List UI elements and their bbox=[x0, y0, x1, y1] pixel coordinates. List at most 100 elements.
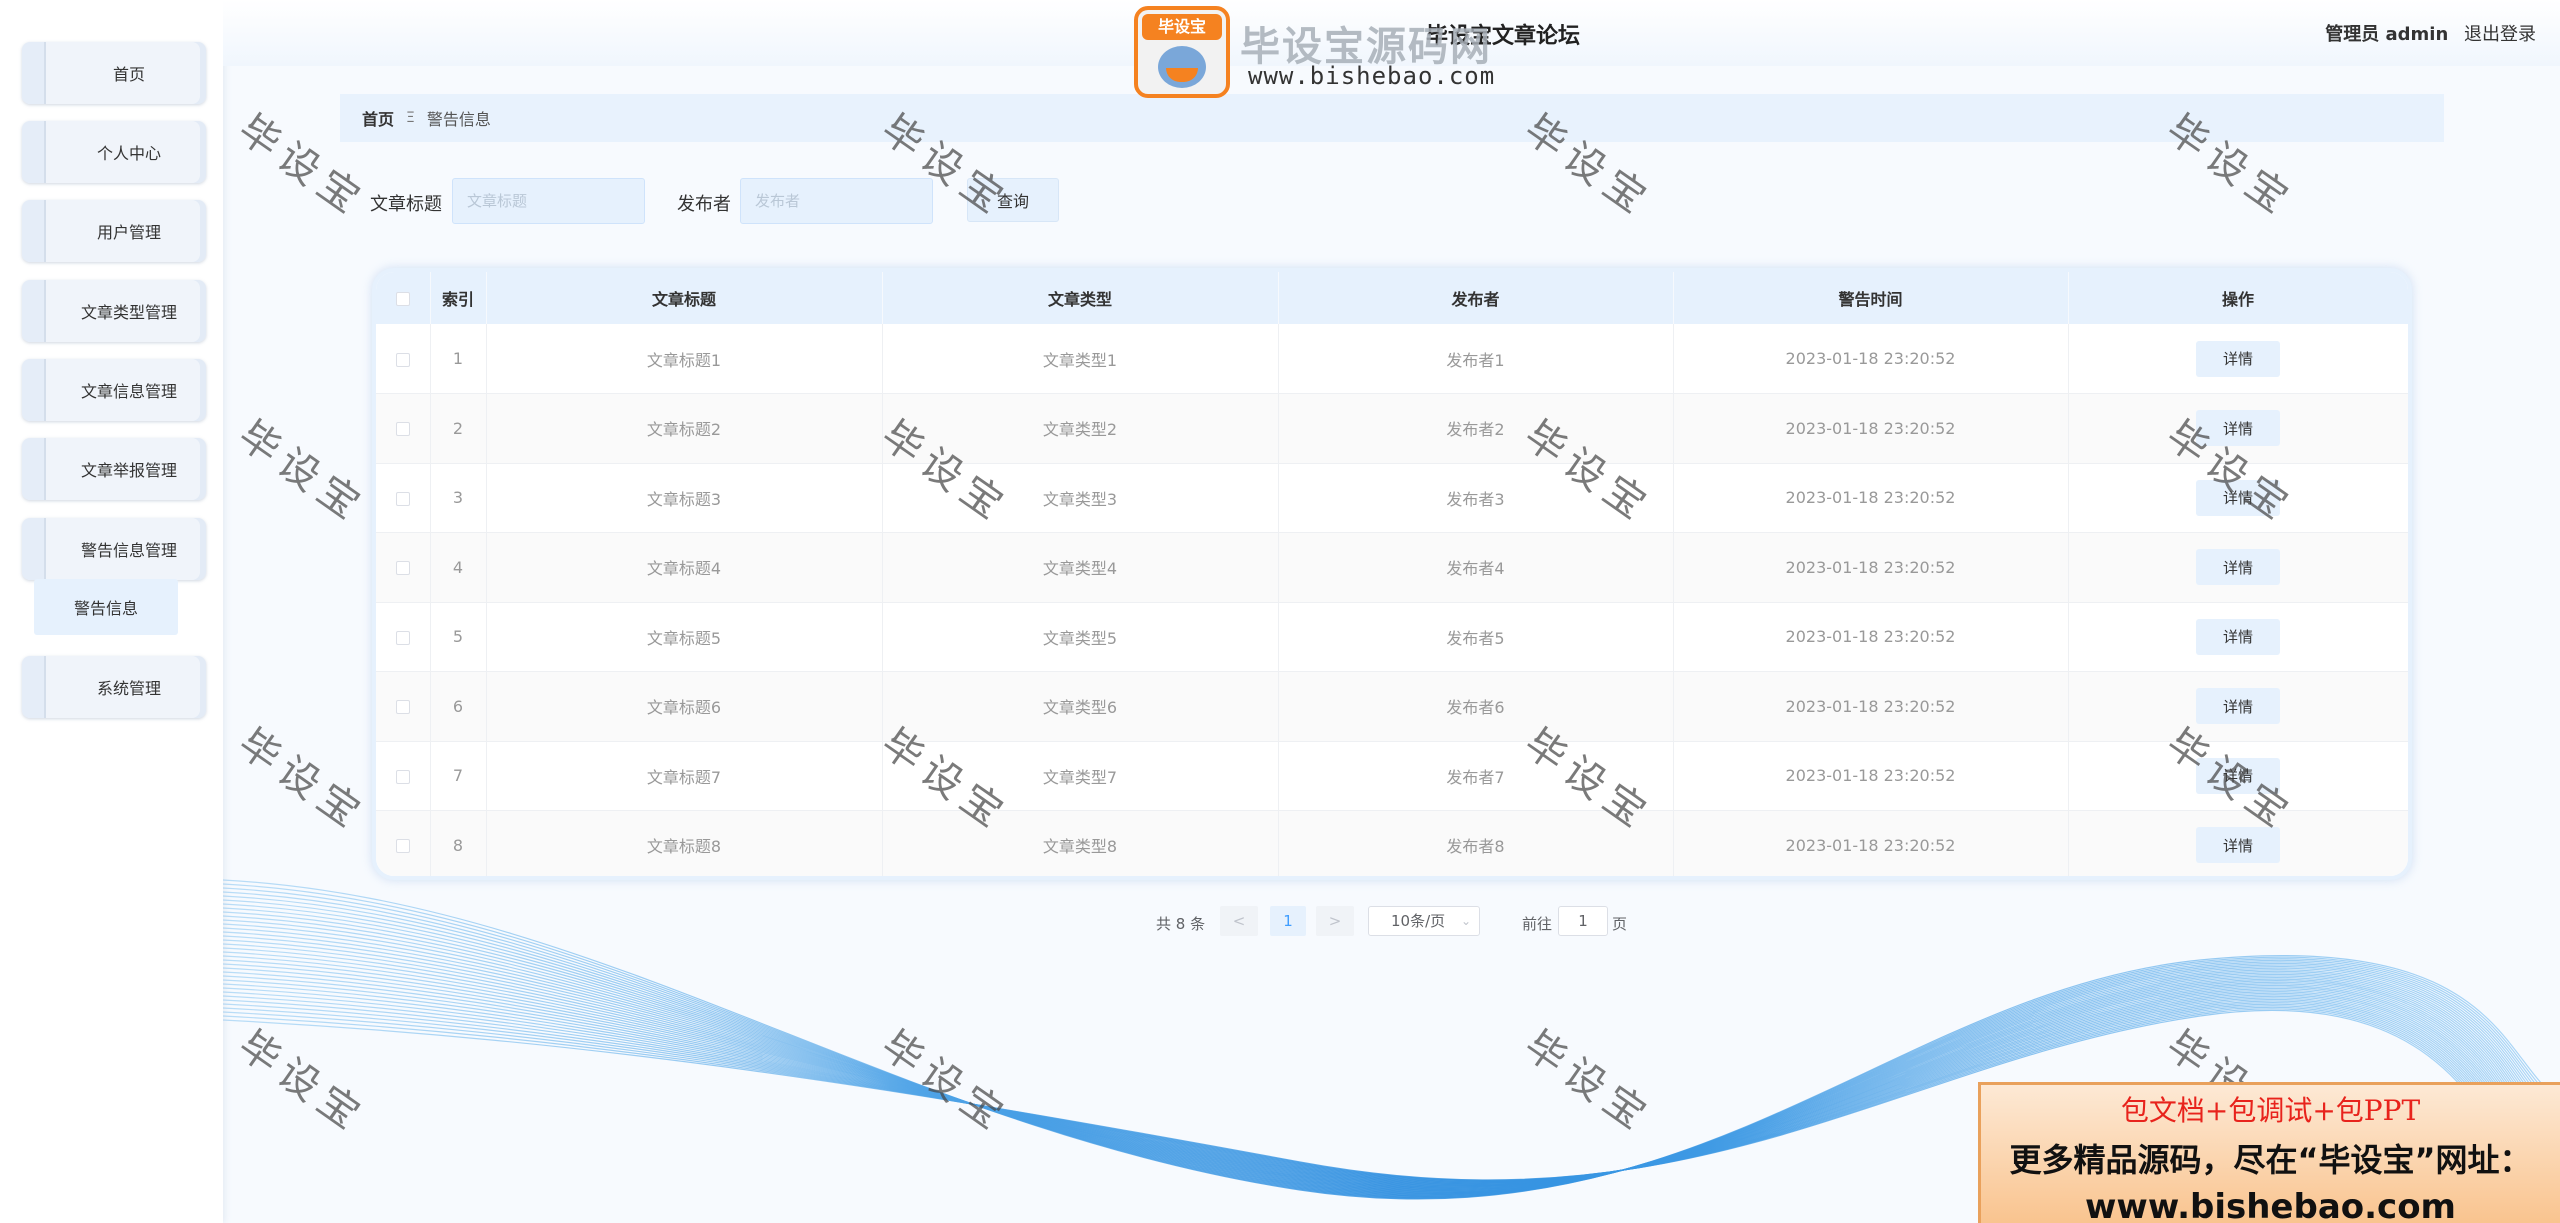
row-checkbox[interactable] bbox=[395, 700, 410, 715]
cell-type: 文章类型1 bbox=[882, 324, 1279, 394]
row-checkbox[interactable] bbox=[395, 769, 410, 784]
select-all-cell bbox=[376, 272, 431, 324]
user-role: 管理员 admin bbox=[2325, 24, 2449, 45]
detail-button[interactable]: 详情 bbox=[2196, 618, 2280, 655]
chevron-down-icon: ⌄ bbox=[1460, 914, 1471, 928]
cell-author: 发布者8 bbox=[1278, 810, 1674, 876]
cell-author: 发布者7 bbox=[1278, 741, 1674, 811]
sidebar-item-article-types[interactable]: 文章类型管理 bbox=[22, 280, 206, 342]
sidebar-item-warnings[interactable]: 警告信息管理 bbox=[22, 518, 206, 580]
goto-suffix: 页 bbox=[1612, 915, 1628, 933]
sidebar-item-users[interactable]: 用户管理 bbox=[22, 200, 206, 262]
detail-button[interactable]: 详情 bbox=[2196, 410, 2280, 447]
detail-button[interactable]: 详情 bbox=[2196, 479, 2280, 516]
sidebar-item-label: 文章举报管理 bbox=[80, 461, 177, 480]
row-checkbox[interactable] bbox=[395, 422, 410, 437]
cell-time: 2023-01-18 23:20:52 bbox=[1673, 324, 2069, 394]
cell-author: 发布者2 bbox=[1278, 393, 1674, 464]
cell-type: 文章类型6 bbox=[882, 671, 1279, 742]
page-1-button[interactable]: 1 bbox=[1270, 906, 1306, 936]
cell-type: 文章类型7 bbox=[882, 741, 1279, 811]
table-row: 4 文章标题4 文章类型4 发布者4 2023-01-18 23:20:52 详情 bbox=[376, 532, 2408, 603]
header-type: 文章类型 bbox=[882, 272, 1279, 324]
sidebar-item-label: 文章类型管理 bbox=[80, 303, 177, 322]
table-row: 1 文章标题1 文章类型1 发布者1 2023-01-18 23:20:52 详情 bbox=[376, 324, 2408, 394]
detail-button[interactable]: 详情 bbox=[2196, 757, 2280, 794]
title-search-input[interactable] bbox=[452, 178, 645, 224]
sidebar-item-article-reports[interactable]: 文章举报管理 bbox=[22, 438, 206, 500]
goto-page-input[interactable] bbox=[1558, 906, 1608, 936]
sidebar-item-home[interactable]: 首页 bbox=[22, 42, 206, 104]
cell-time: 2023-01-18 23:20:52 bbox=[1673, 532, 2069, 603]
breadcrumb-home[interactable]: 首页 bbox=[362, 106, 394, 130]
cell-title: 文章标题4 bbox=[486, 532, 883, 603]
author-search-input[interactable] bbox=[740, 178, 933, 224]
cell-title: 文章标题6 bbox=[486, 671, 883, 742]
row-checkbox[interactable] bbox=[395, 561, 410, 576]
cell-index: 6 bbox=[430, 671, 487, 742]
cell-index: 4 bbox=[430, 532, 487, 603]
cell-action: 详情 bbox=[2068, 671, 2408, 742]
cell-author: 发布者3 bbox=[1278, 463, 1674, 533]
next-page-button[interactable]: > bbox=[1316, 906, 1354, 936]
menu-accent bbox=[22, 280, 46, 342]
row-checkbox[interactable] bbox=[395, 630, 410, 645]
sidebar-item-article-info[interactable]: 文章信息管理 bbox=[22, 359, 206, 421]
page-size-select[interactable]: 10条/页 ⌄ bbox=[1368, 906, 1480, 936]
data-table: 索引 文章标题 文章类型 发布者 警告时间 操作 1 文章标题1 文章类型1 发布者1… bbox=[376, 272, 2408, 876]
row-select-cell bbox=[376, 324, 431, 394]
cell-type: 文章类型8 bbox=[882, 810, 1279, 876]
table-row: 3 文章标题3 文章类型3 发布者3 2023-01-18 23:20:52 详情 bbox=[376, 463, 2408, 533]
sidebar-subitem-warning-info[interactable]: 警告信息 bbox=[34, 579, 178, 635]
sidebar-item-system[interactable]: 系统管理 bbox=[22, 656, 206, 718]
cell-author: 发布者6 bbox=[1278, 671, 1674, 742]
breadcrumb-separator-icon: Ξ bbox=[406, 110, 415, 126]
sidebar-item-profile[interactable]: 个人中心 bbox=[22, 121, 206, 183]
cell-index: 8 bbox=[430, 810, 487, 876]
cell-action: 详情 bbox=[2068, 741, 2408, 811]
goto-prefix: 前往 bbox=[1522, 915, 1553, 933]
query-button[interactable]: 查询 bbox=[967, 178, 1059, 222]
cell-type: 文章类型5 bbox=[882, 602, 1279, 672]
detail-button[interactable]: 详情 bbox=[2196, 827, 2280, 864]
cell-type: 文章类型2 bbox=[882, 393, 1279, 464]
cell-time: 2023-01-18 23:20:52 bbox=[1673, 810, 2069, 876]
cell-time: 2023-01-18 23:20:52 bbox=[1673, 463, 2069, 533]
sidebar-item-label: 文章信息管理 bbox=[80, 382, 177, 401]
menu-accent bbox=[22, 359, 46, 421]
warning-table: 索引 文章标题 文章类型 发布者 警告时间 操作 1 文章标题1 文章类型1 发布者1… bbox=[372, 268, 2412, 880]
prev-page-button[interactable]: < bbox=[1220, 906, 1258, 936]
cell-time: 2023-01-18 23:20:52 bbox=[1673, 741, 2069, 811]
cell-index: 5 bbox=[430, 602, 487, 672]
author-search-label: 发布者 bbox=[677, 194, 731, 215]
cell-title: 文章标题2 bbox=[486, 393, 883, 464]
detail-button[interactable]: 详情 bbox=[2196, 340, 2280, 377]
cell-index: 7 bbox=[430, 741, 487, 811]
table-header-row: 索引 文章标题 文章类型 发布者 警告时间 操作 bbox=[376, 272, 2408, 324]
cell-time: 2023-01-18 23:20:52 bbox=[1673, 671, 2069, 742]
submenu-label: 警告信息 bbox=[73, 599, 138, 618]
cell-action: 详情 bbox=[2068, 602, 2408, 672]
sidebar-item-label: 首页 bbox=[112, 65, 145, 84]
row-select-cell bbox=[376, 741, 431, 811]
select-all-checkbox[interactable] bbox=[395, 292, 410, 306]
row-select-cell bbox=[376, 463, 431, 533]
row-checkbox[interactable] bbox=[395, 491, 410, 506]
row-checkbox[interactable] bbox=[395, 839, 410, 854]
detail-button[interactable]: 详情 bbox=[2196, 688, 2280, 725]
pagination-total: 共 8 条 bbox=[1156, 915, 1206, 933]
row-select-cell bbox=[376, 810, 431, 876]
header-time: 警告时间 bbox=[1673, 272, 2069, 324]
cell-index: 1 bbox=[430, 324, 487, 394]
breadcrumb-current: 警告信息 bbox=[426, 110, 491, 129]
header-title: 文章标题 bbox=[486, 272, 883, 324]
cell-author: 发布者5 bbox=[1278, 602, 1674, 672]
cell-title: 文章标题1 bbox=[486, 324, 883, 394]
ad-banner[interactable]: 包文档+包调试+包PPT 更多精品源码，尽在“毕设宝”网址： www.bishe… bbox=[1978, 1082, 2560, 1223]
row-checkbox[interactable] bbox=[395, 352, 410, 367]
cell-action: 详情 bbox=[2068, 324, 2408, 394]
detail-button[interactable]: 详情 bbox=[2196, 549, 2280, 586]
cell-time: 2023-01-18 23:20:52 bbox=[1673, 393, 2069, 464]
logout-link[interactable]: 退出登录 bbox=[2464, 24, 2536, 45]
sidebar-item-label: 警告信息管理 bbox=[80, 541, 177, 560]
